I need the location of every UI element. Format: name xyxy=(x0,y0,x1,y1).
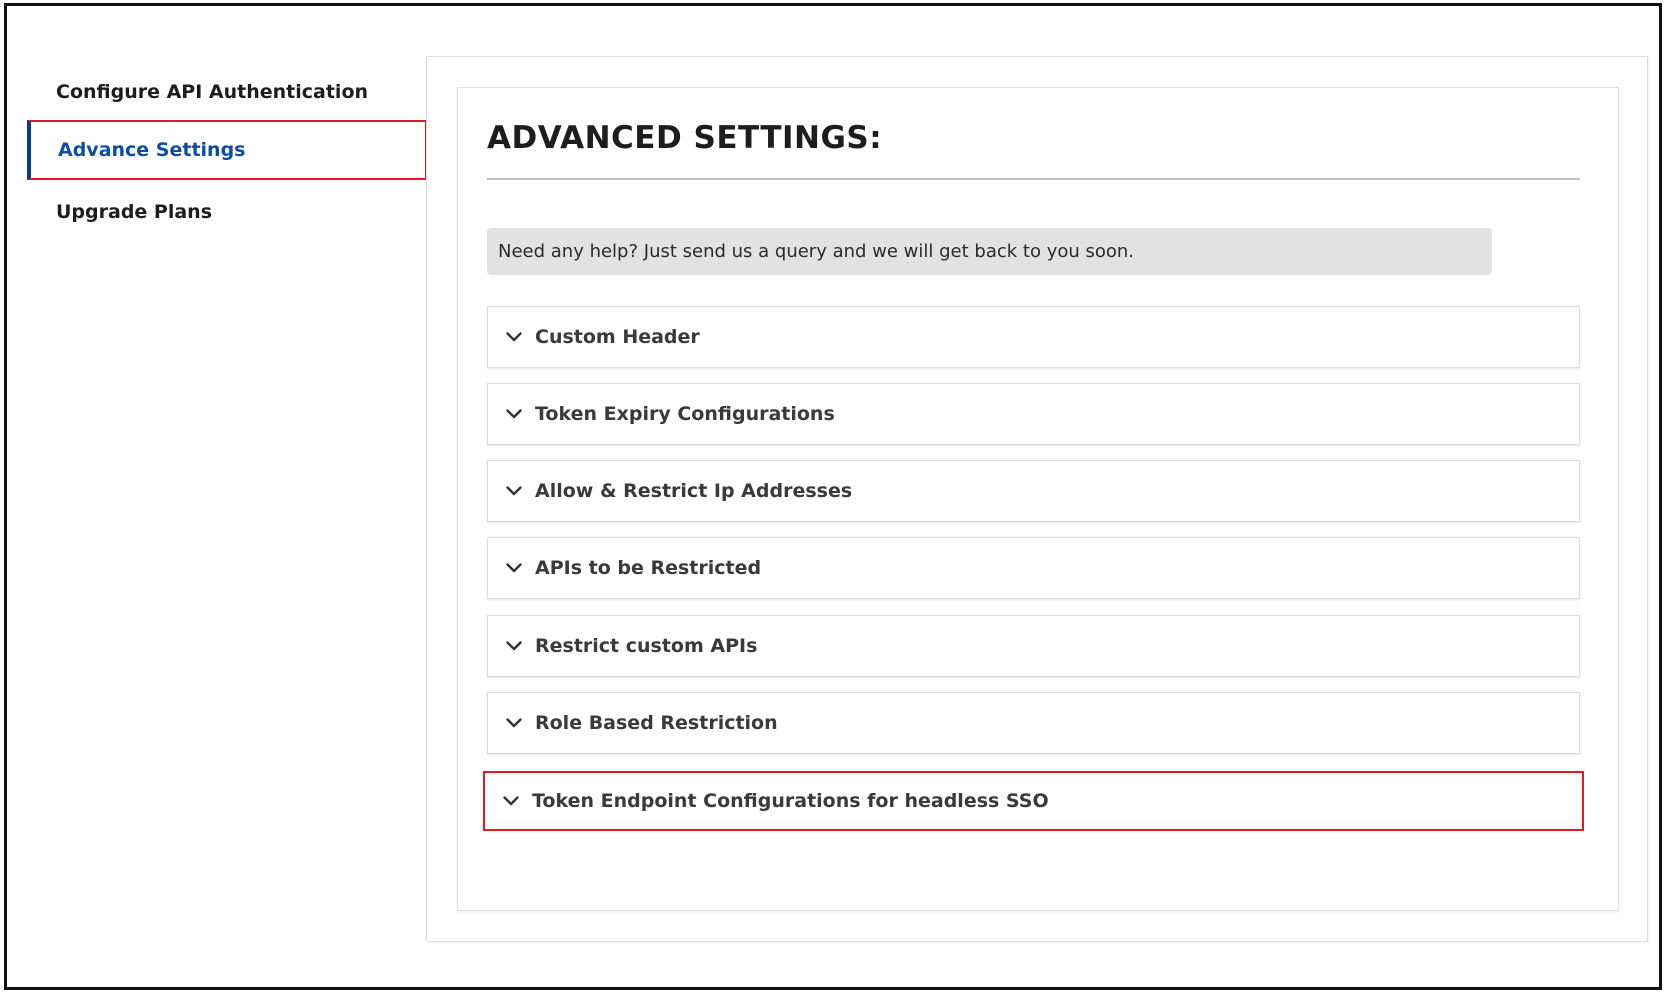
accordion-label: Role Based Restriction xyxy=(535,712,778,734)
chevron-down-icon xyxy=(504,327,524,347)
chevron-down-icon xyxy=(504,481,524,501)
accordion-restrict-custom-apis[interactable]: Restrict custom APIs xyxy=(487,615,1580,677)
accordion-token-endpoint-configurations[interactable]: Token Endpoint Configurations for headle… xyxy=(483,771,1584,831)
sidebar-item-label: Upgrade Plans xyxy=(56,201,213,223)
help-banner: Need any help? Just send us a query and … xyxy=(487,228,1492,275)
title-divider xyxy=(487,178,1580,180)
chevron-down-icon xyxy=(504,558,524,578)
sidebar-item-label: Advance Settings xyxy=(58,139,246,161)
chevron-down-icon xyxy=(504,404,524,424)
accordion-label: Restrict custom APIs xyxy=(535,635,758,657)
sidebar-item-upgrade-plans[interactable]: Upgrade Plans xyxy=(27,182,427,242)
accordion-apis-to-be-restricted[interactable]: APIs to be Restricted xyxy=(487,537,1580,599)
sidebar: Configure API Authentication Advance Set… xyxy=(7,6,427,987)
page-title: ADVANCED SETTINGS: xyxy=(487,120,883,156)
accordion-label: Custom Header xyxy=(535,326,700,348)
accordion-custom-header[interactable]: Custom Header xyxy=(487,306,1580,368)
sidebar-item-advance-settings[interactable]: Advance Settings xyxy=(27,120,427,180)
accordion-role-based-restriction[interactable]: Role Based Restriction xyxy=(487,692,1580,754)
accordion-label: Token Endpoint Configurations for headle… xyxy=(532,790,1049,812)
accordion-allow-restrict-ip-addresses[interactable]: Allow & Restrict Ip Addresses xyxy=(487,460,1580,522)
accordion-token-expiry-configurations[interactable]: Token Expiry Configurations xyxy=(487,383,1580,445)
sidebar-item-configure-api-authentication[interactable]: Configure API Authentication xyxy=(27,62,427,122)
chevron-down-icon xyxy=(504,636,524,656)
accordion-label: Allow & Restrict Ip Addresses xyxy=(535,480,853,502)
help-text: Need any help? Just send us a query and … xyxy=(498,241,1135,262)
accordion-label: Token Expiry Configurations xyxy=(535,403,835,425)
app-frame: Configure API Authentication Advance Set… xyxy=(4,3,1662,990)
settings-card: ADVANCED SETTINGS: Need any help? Just s… xyxy=(457,87,1619,911)
accordion-label: APIs to be Restricted xyxy=(535,557,762,579)
chevron-down-icon xyxy=(504,713,524,733)
chevron-down-icon xyxy=(501,791,521,811)
main-panel: ADVANCED SETTINGS: Need any help? Just s… xyxy=(426,56,1648,942)
sidebar-item-label: Configure API Authentication xyxy=(56,81,369,103)
